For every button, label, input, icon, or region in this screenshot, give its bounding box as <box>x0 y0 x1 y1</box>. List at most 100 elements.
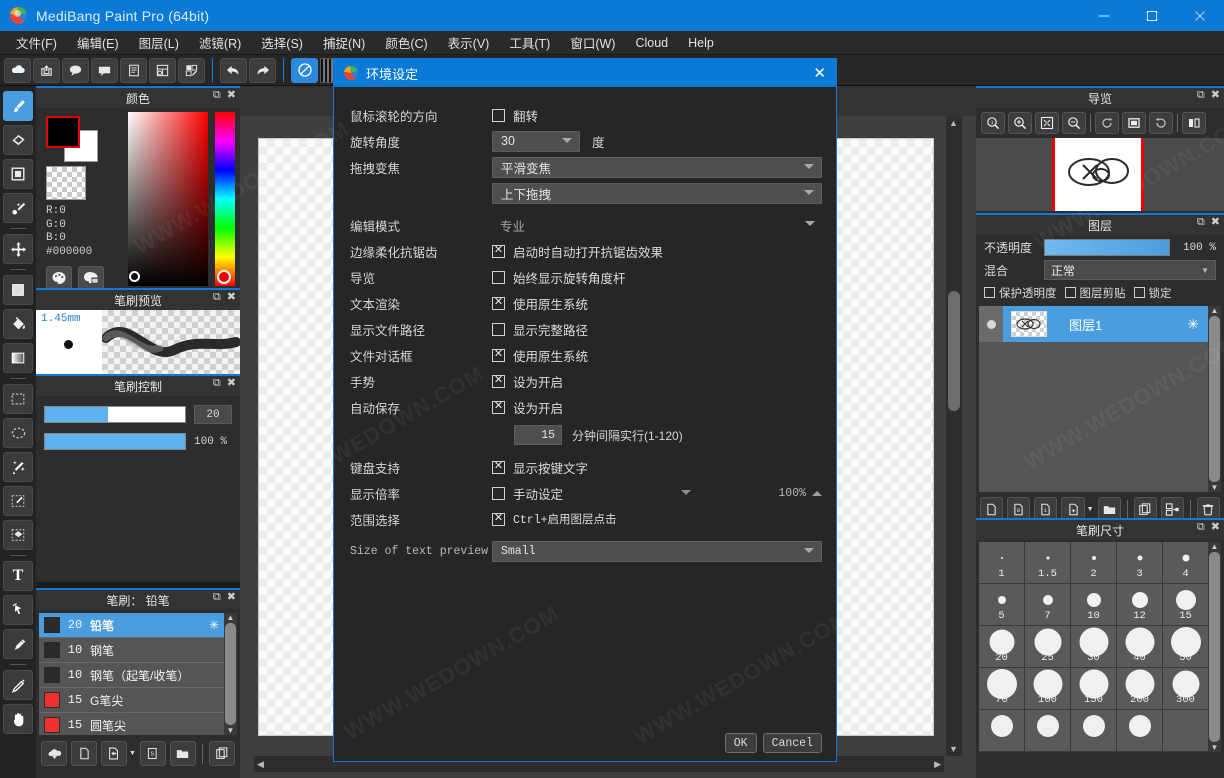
brush-size-cell[interactable]: 40 <box>1117 626 1162 667</box>
menu-item-0[interactable]: 文件(F) <box>6 30 67 55</box>
close-panel-icon[interactable]: ✖ <box>227 292 236 303</box>
brush-size-cell[interactable]: 150 <box>1071 668 1116 709</box>
brush-opacity-slider[interactable] <box>44 433 186 450</box>
gradient-tool[interactable] <box>3 343 33 373</box>
palette-edit-icon[interactable] <box>78 266 104 290</box>
float-panel-icon[interactable]: ⧉ <box>213 592 221 603</box>
brush-new-icon[interactable] <box>71 741 97 766</box>
scroll-down-arrow-icon[interactable]: ▼ <box>949 744 958 754</box>
brush-list-item[interactable]: 10钢笔 <box>39 638 224 663</box>
fit-screen-icon[interactable] <box>1035 112 1059 134</box>
eraser-tool[interactable] <box>3 125 33 155</box>
eyedropper-marker-tool[interactable] <box>3 629 33 659</box>
brush-script-icon[interactable]: S <box>140 741 166 766</box>
brush-tool[interactable] <box>3 91 33 121</box>
move-tool[interactable] <box>3 234 33 264</box>
brush-copy-icon[interactable] <box>209 741 235 766</box>
menu-item-11[interactable]: Help <box>678 33 724 53</box>
brush-list-scroll-thumb[interactable] <box>225 623 236 725</box>
brush-size-cell[interactable]: 25 <box>1025 626 1070 667</box>
foreground-color-swatch[interactable] <box>46 116 80 148</box>
display-scale-checkbox[interactable]: 手动设定 <box>492 484 563 503</box>
close-panel-icon[interactable]: ✖ <box>1211 90 1220 101</box>
close-panel-icon[interactable]: ✖ <box>227 378 236 389</box>
navigator-checkbox[interactable]: 始终显示旋转角度杆 <box>492 268 626 287</box>
bucket-tool[interactable] <box>3 309 33 339</box>
brush-folder-icon[interactable] <box>170 741 196 766</box>
saturation-value-box[interactable] <box>128 112 208 286</box>
menu-item-2[interactable]: 图层(L) <box>129 30 189 55</box>
file-dialog-checkbox[interactable]: 使用原生系统 <box>492 346 588 365</box>
close-panel-icon[interactable]: ✖ <box>227 90 236 101</box>
select-pen-tool[interactable] <box>3 486 33 516</box>
brush-size-cell[interactable] <box>1025 710 1070 751</box>
show-path-checkbox[interactable]: 显示完整路径 <box>492 320 588 339</box>
menu-item-10[interactable]: Cloud <box>625 33 678 53</box>
navigator-thumbnail[interactable] <box>1052 138 1144 211</box>
layer-option-checkbox[interactable]: 保护透明度 <box>984 285 1057 301</box>
brush-size-slider[interactable] <box>44 406 186 423</box>
upload-icon[interactable] <box>33 58 60 83</box>
material-icon[interactable] <box>178 58 205 83</box>
scroll-down-arrow-icon[interactable]: ▼ <box>1211 743 1219 752</box>
cloud-icon[interactable] <box>4 58 31 83</box>
float-panel-icon[interactable]: ⧉ <box>213 378 221 389</box>
zoom-in-icon[interactable] <box>1008 112 1032 134</box>
brush-size-cell[interactable]: 10 <box>1071 584 1116 625</box>
scroll-up-arrow-icon[interactable]: ▲ <box>949 118 958 128</box>
menu-item-7[interactable]: 表示(V) <box>438 30 500 55</box>
brush-size-cell[interactable]: 15 <box>1163 584 1208 625</box>
layer-visibility-toggle[interactable] <box>979 306 1003 342</box>
undo-arrow-icon[interactable] <box>220 58 247 83</box>
brush-size-grid[interactable]: 11.523457101215202530405070100150200300 <box>979 542 1208 752</box>
gear-icon[interactable]: ✳ <box>209 618 219 632</box>
brush-list-item[interactable]: 15圆笔尖 <box>39 713 224 735</box>
brush-size-cell[interactable]: 20 <box>979 626 1024 667</box>
scroll-direction-checkbox[interactable]: 翻转 <box>492 106 538 125</box>
float-panel-icon[interactable]: ⧉ <box>1197 90 1205 101</box>
brush-list-item[interactable]: 20铅笔✳ <box>39 613 224 638</box>
spinner-up-icon[interactable] <box>812 491 822 496</box>
menu-item-6[interactable]: 颜色(C) <box>375 30 437 55</box>
layer-opacity-slider[interactable] <box>1044 239 1170 256</box>
panel-layout-icon[interactable] <box>149 58 176 83</box>
vertical-scroll-thumb[interactable] <box>948 291 960 411</box>
brush-size-cell[interactable]: 7 <box>1025 584 1070 625</box>
brush-size-cell[interactable]: 300 <box>1163 668 1208 709</box>
navigator-view[interactable] <box>976 138 1224 211</box>
float-panel-icon[interactable]: ⧉ <box>213 90 221 101</box>
scroll-up-arrow-icon[interactable]: ▲ <box>1211 306 1219 315</box>
operation-tool[interactable] <box>3 595 33 625</box>
layer-option-checkbox[interactable]: 图层剪贴 <box>1065 285 1126 301</box>
brush-size-cell[interactable]: 5 <box>979 584 1024 625</box>
layer-list[interactable]: 图层1✳ <box>979 306 1208 492</box>
keyboard-checkbox[interactable]: 显示按键文字 <box>492 458 588 477</box>
chevron-down-icon[interactable]: ▼ <box>1087 506 1094 513</box>
chevron-down-icon[interactable] <box>681 490 691 495</box>
float-panel-icon[interactable]: ⧉ <box>1197 522 1205 533</box>
brush-download-icon[interactable] <box>41 741 67 766</box>
drag-zoom-select[interactable]: 平滑变焦 <box>492 157 822 178</box>
scroll-down-arrow-icon[interactable]: ▼ <box>1211 483 1219 492</box>
eyedropper-tool[interactable] <box>3 670 33 700</box>
ok-button[interactable]: OK <box>725 733 757 753</box>
brush-size-cell[interactable]: 12 <box>1117 584 1162 625</box>
close-icon[interactable]: ✕ <box>813 64 826 82</box>
select-eraser-tool[interactable] <box>3 520 33 550</box>
gesture-checkbox[interactable]: 设为开启 <box>492 372 563 391</box>
no-antialias-icon[interactable] <box>291 58 318 83</box>
brush-list-item[interactable]: 10钢笔（起笔/收笔） <box>39 663 224 688</box>
edit-mode-select[interactable]: 专业 <box>492 215 822 236</box>
brush-duplicate-icon[interactable] <box>101 741 127 766</box>
fill-rect-tool[interactable] <box>3 275 33 305</box>
brush-items[interactable]: 20铅笔✳10钢笔10钢笔（起笔/收笔）15G笔尖15圆笔尖10中空笔 <box>39 613 224 735</box>
palette-icon[interactable] <box>46 266 72 290</box>
sv-cursor[interactable] <box>129 271 140 282</box>
brush-size-cell[interactable]: 3 <box>1117 542 1162 583</box>
layer-list-scrollbar[interactable]: ▲ ▼ <box>1208 306 1221 492</box>
layer-scroll-thumb[interactable] <box>1209 316 1220 482</box>
hue-cursor[interactable] <box>217 270 231 284</box>
scroll-up-arrow-icon[interactable]: ▲ <box>227 613 235 622</box>
menu-item-4[interactable]: 选择(S) <box>251 30 313 55</box>
menu-item-3[interactable]: 滤镜(R) <box>189 30 251 55</box>
